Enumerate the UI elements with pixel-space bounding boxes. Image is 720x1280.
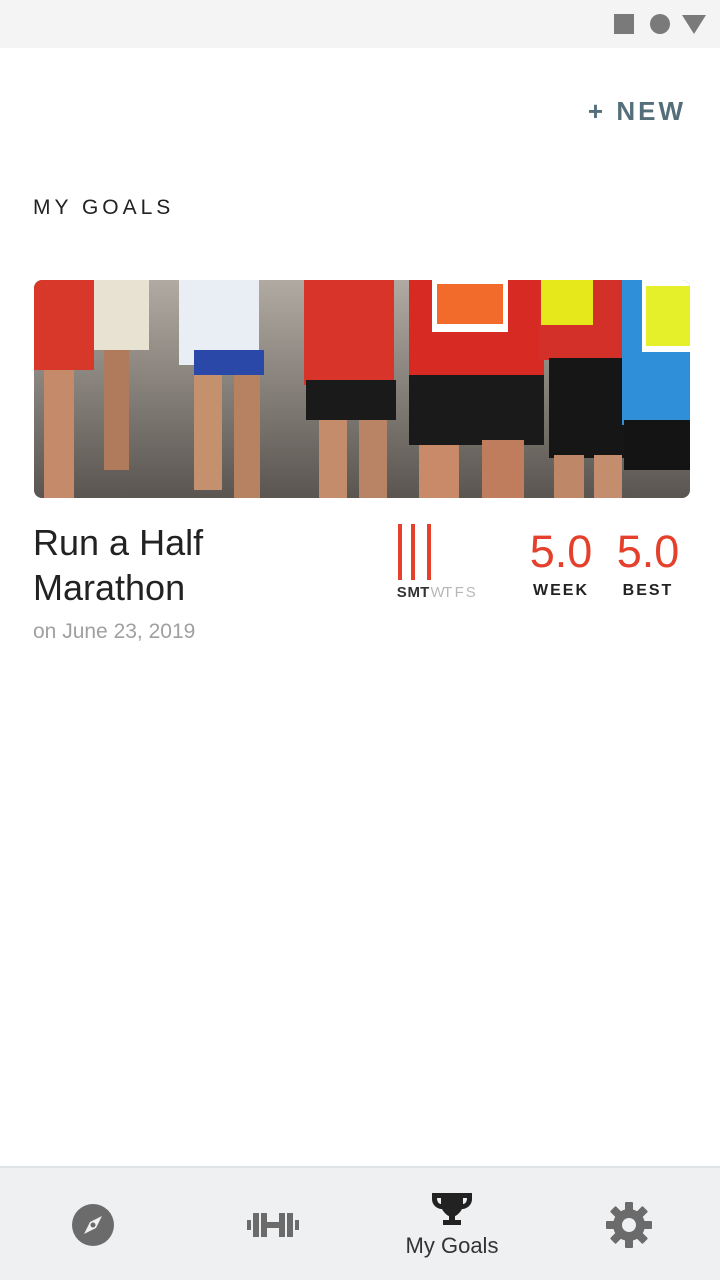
week-value: 5.0: [529, 526, 593, 577]
bottom-navigation: My Goals: [0, 1166, 720, 1280]
recent-apps-icon: [614, 14, 634, 34]
weekday-label: M: [407, 584, 421, 601]
goal-date: on June 23, 2019: [33, 620, 196, 643]
weekday-label: W: [430, 584, 445, 601]
best-label: BEST: [622, 582, 674, 599]
nav-settings[interactable]: [584, 1168, 674, 1280]
marathon-runners-photo: [34, 280, 690, 498]
best-value: 5.0: [616, 526, 680, 577]
day-bar-tue: [427, 524, 431, 580]
trophy-icon: [432, 1193, 472, 1225]
nav-label-my-goals: My Goals: [405, 1233, 499, 1258]
page-title: MY GOALS: [33, 196, 175, 219]
weekday-label: T: [420, 584, 430, 601]
goal-title[interactable]: Run a Half Marathon: [33, 520, 353, 610]
week-stat: 5.0 WEEK: [528, 524, 594, 600]
dumbbell-icon: [247, 1213, 299, 1237]
compass-icon: [72, 1204, 114, 1246]
weekday-labels: S M T W T F S: [396, 584, 477, 601]
new-goal-button[interactable]: + NEW: [588, 96, 686, 127]
weekday-label: T: [443, 584, 453, 601]
nav-explore[interactable]: [48, 1168, 138, 1280]
day-bar-mon: [411, 524, 415, 580]
weekday-label: F: [454, 584, 464, 601]
back-icon: [682, 15, 706, 34]
nav-my-goals[interactable]: My Goals: [392, 1168, 512, 1280]
weekly-activity-bars: [396, 524, 456, 580]
nav-workouts[interactable]: [228, 1168, 318, 1280]
weekday-label: S: [465, 584, 476, 601]
weekday-label: S: [396, 584, 407, 601]
home-icon: [650, 14, 670, 34]
day-bar-sun: [398, 524, 402, 580]
gear-icon: [606, 1202, 652, 1248]
week-label: WEEK: [533, 582, 589, 599]
goal-image[interactable]: [34, 280, 690, 498]
best-stat: 5.0 BEST: [614, 524, 682, 600]
status-bar: [0, 0, 720, 48]
